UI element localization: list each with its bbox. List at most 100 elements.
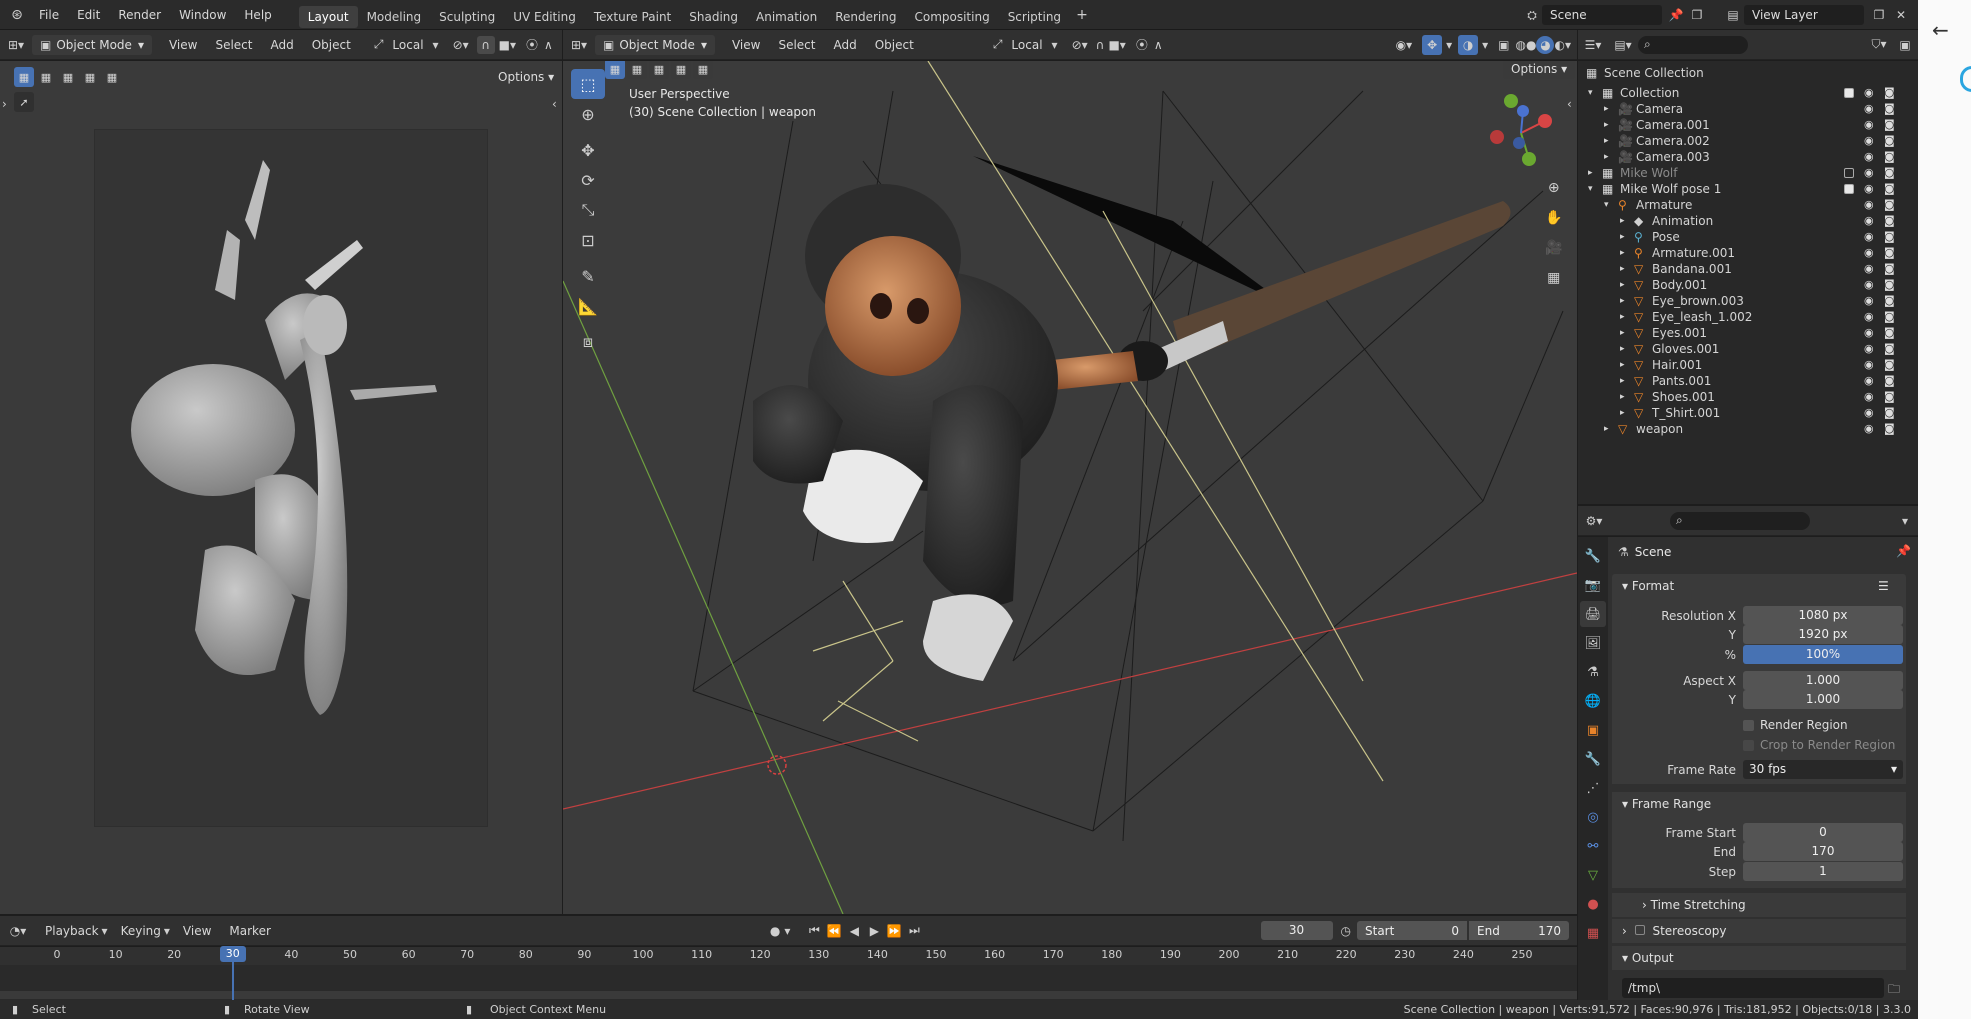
viewport-region-toggle-icon[interactable]: ‹ xyxy=(1567,97,1572,111)
solid-shading-icon[interactable]: ● xyxy=(1526,38,1536,52)
folder-icon[interactable]: 🗀 xyxy=(1888,980,1900,1001)
select-difference-button[interactable]: ▦ xyxy=(80,67,100,87)
vp-select-intersect-button[interactable]: ▦ xyxy=(693,61,713,79)
viewport-menu-object[interactable]: Object xyxy=(866,30,923,60)
viewport-proportional-icon[interactable]: ⦿ xyxy=(1136,36,1148,53)
resolution-y-field[interactable]: 1920 px xyxy=(1743,625,1903,644)
rotate-tool-button[interactable]: ⟳ xyxy=(571,165,605,195)
annotate-tool-button[interactable]: ✎ xyxy=(571,261,605,291)
tab-compositing[interactable]: Compositing xyxy=(905,6,998,28)
add-workspace-icon[interactable]: + xyxy=(1076,7,1088,23)
rendered-shading-icon[interactable]: ◐ xyxy=(1554,38,1564,52)
filter-icon[interactable]: ⛉▾ xyxy=(1866,37,1892,52)
play-reverse-icon[interactable]: ◀ xyxy=(844,924,864,938)
menu-file[interactable]: File xyxy=(30,0,68,30)
tab-layout[interactable]: Layout xyxy=(298,5,358,28)
vp-select-new-button[interactable]: ▦ xyxy=(605,61,625,79)
tab-uv-editing[interactable]: UV Editing xyxy=(504,6,585,28)
tab-rendering[interactable]: Rendering xyxy=(826,6,905,28)
image-editor-canvas[interactable]: ▦ ▦ ▦ ▦ ▦ Options ▾ ➚ › ‹ xyxy=(0,61,563,914)
select-new-button[interactable]: ▦ xyxy=(14,67,34,87)
gizmo-icon[interactable]: ✥ xyxy=(1422,34,1443,55)
start-frame-field[interactable]: Start 0 xyxy=(1357,921,1467,940)
pin-icon[interactable]: 📌 xyxy=(1666,8,1686,22)
select-extend-button[interactable]: ▦ xyxy=(36,67,56,87)
select-subtract-button[interactable]: ▦ xyxy=(58,67,78,87)
timeline-menu-keying[interactable]: Keying xyxy=(112,916,170,946)
current-frame-field[interactable]: 30 xyxy=(1260,921,1333,940)
outliner-row[interactable]: ▸ ▽ weapon ◉ ◙ xyxy=(1578,419,1908,439)
time-stretching-subpanel[interactable]: › Time Stretching xyxy=(1612,893,1906,917)
output-tab-icon[interactable]: 🖨 xyxy=(1580,601,1606,627)
eye-icon[interactable]: ◉ xyxy=(1864,419,1874,439)
visibility-icon[interactable]: ◉▾ xyxy=(1396,38,1413,52)
overlay-dropdown-icon[interactable]: ▾ xyxy=(1482,38,1488,52)
back-arrow-icon[interactable]: ← xyxy=(1932,18,1949,42)
world-tab-icon[interactable]: 🌐 xyxy=(1580,688,1606,714)
new-scene-icon[interactable]: ❐ xyxy=(1686,8,1708,22)
region-toggle-icon[interactable]: ‹ xyxy=(552,97,557,111)
scale-tool-button[interactable]: ⤡ xyxy=(571,195,605,225)
cursor-tool-icon[interactable]: ➚ xyxy=(14,92,34,112)
move-tool-button[interactable]: ✥ xyxy=(571,135,605,165)
viewport-menu-view[interactable]: View xyxy=(723,30,769,60)
properties-editor-type-icon[interactable]: ⚙▾ xyxy=(1578,514,1610,528)
xray-icon[interactable]: ▣ xyxy=(1498,38,1509,52)
tab-modeling[interactable]: Modeling xyxy=(358,6,431,28)
material-shading-icon[interactable]: ◕ xyxy=(1536,35,1555,54)
ortho-grid-icon[interactable]: ▦ xyxy=(1545,263,1562,293)
data-tab-icon[interactable]: ▽ xyxy=(1580,862,1606,888)
outliner-editor-type-icon[interactable]: ☰▾ xyxy=(1578,38,1608,52)
menu-edit[interactable]: Edit xyxy=(68,0,109,30)
include-checkbox[interactable] xyxy=(1844,88,1854,98)
view-layer-tab-icon[interactable]: 🖼 xyxy=(1580,630,1606,656)
outliner-search-input[interactable]: ⌕ xyxy=(1638,35,1748,54)
sidebar-toggle-icon[interactable]: › xyxy=(2,97,7,111)
texture-tab-icon[interactable]: ▦ xyxy=(1580,920,1606,946)
viewport-options-dropdown[interactable]: Options ▾ xyxy=(1503,61,1576,79)
view-layer-selector[interactable]: ▤ View Layer ❐ ✕ xyxy=(1722,4,1912,26)
mode-dropdown[interactable]: ▣ Object Mode ▾ xyxy=(32,34,152,55)
tab-animation[interactable]: Animation xyxy=(747,6,826,28)
aspect-y-field[interactable]: 1.000 xyxy=(1743,690,1903,709)
output-path-field[interactable]: /tmp\ xyxy=(1622,978,1884,998)
add-cube-tool-button[interactable]: ⧈ xyxy=(571,327,605,357)
object-tab-icon[interactable]: ▣ xyxy=(1580,717,1606,743)
select-box-tool-button[interactable]: ⬚ xyxy=(571,69,605,99)
overlay-icon[interactable]: ◑ xyxy=(1458,34,1479,55)
vp-select-subtract-button[interactable]: ▦ xyxy=(649,61,669,79)
cursor-tool-button[interactable]: ⊕ xyxy=(571,99,605,129)
timeline-scrollbar[interactable] xyxy=(0,991,1577,999)
shading-dropdown-icon[interactable]: ▾ xyxy=(1565,38,1571,52)
format-section-header[interactable]: ▾ Format ☰ xyxy=(1612,574,1906,598)
frame-start-field[interactable]: 0 xyxy=(1743,823,1903,842)
auto-keying-icon[interactable]: ● xyxy=(770,924,780,938)
aspect-x-field[interactable]: 1.000 xyxy=(1743,671,1903,690)
outliner-root-row[interactable]: ▦ Scene Collection xyxy=(1578,63,1908,83)
viewport-snap-target-icon[interactable]: ■▾ xyxy=(1108,38,1125,52)
display-mode-icon[interactable]: ▤▾ xyxy=(1608,38,1638,52)
end-frame-field[interactable]: End 170 xyxy=(1469,921,1569,940)
render-toggle-icon[interactable]: ◙ xyxy=(1884,419,1895,439)
resolution-percent-field[interactable]: 100% xyxy=(1743,645,1903,664)
prev-keyframe-icon[interactable]: ⏪ xyxy=(824,924,844,938)
viewport-mode-dropdown[interactable]: ▣ Object Mode ▾ xyxy=(595,34,715,55)
render-tab-icon[interactable]: 📷 xyxy=(1580,572,1606,598)
viewport-editor-type-icon[interactable]: ⊞▾ xyxy=(563,38,595,52)
properties-pin-icon[interactable]: 📌 xyxy=(1896,544,1911,558)
vp-select-difference-button[interactable]: ▦ xyxy=(671,61,691,79)
tool-tab-icon[interactable]: 🔧 xyxy=(1580,543,1606,569)
timeline-menu-chevron-icon[interactable]: ▾ xyxy=(164,924,170,938)
falloff-icon[interactable]: ∧ xyxy=(544,38,553,52)
scene-tab-icon[interactable]: ⚗ xyxy=(1580,659,1606,685)
wireframe-shading-icon[interactable]: ◍ xyxy=(1516,38,1526,52)
options-dropdown[interactable]: Options ▾ xyxy=(490,67,563,87)
timeline-playhead[interactable] xyxy=(231,962,234,1000)
timeline-editor-type-icon[interactable]: ◔▾ xyxy=(0,924,36,938)
transform-tool-button[interactable]: ⊡ xyxy=(571,225,605,255)
frame-end-field[interactable]: 170 xyxy=(1743,842,1903,861)
output-section-header[interactable]: ▾ Output xyxy=(1612,946,1906,970)
particles-tab-icon[interactable]: ⋰ xyxy=(1580,775,1606,801)
new-view-layer-icon[interactable]: ❐ xyxy=(1868,8,1890,22)
image-editor-menu-view[interactable]: View xyxy=(160,30,206,60)
